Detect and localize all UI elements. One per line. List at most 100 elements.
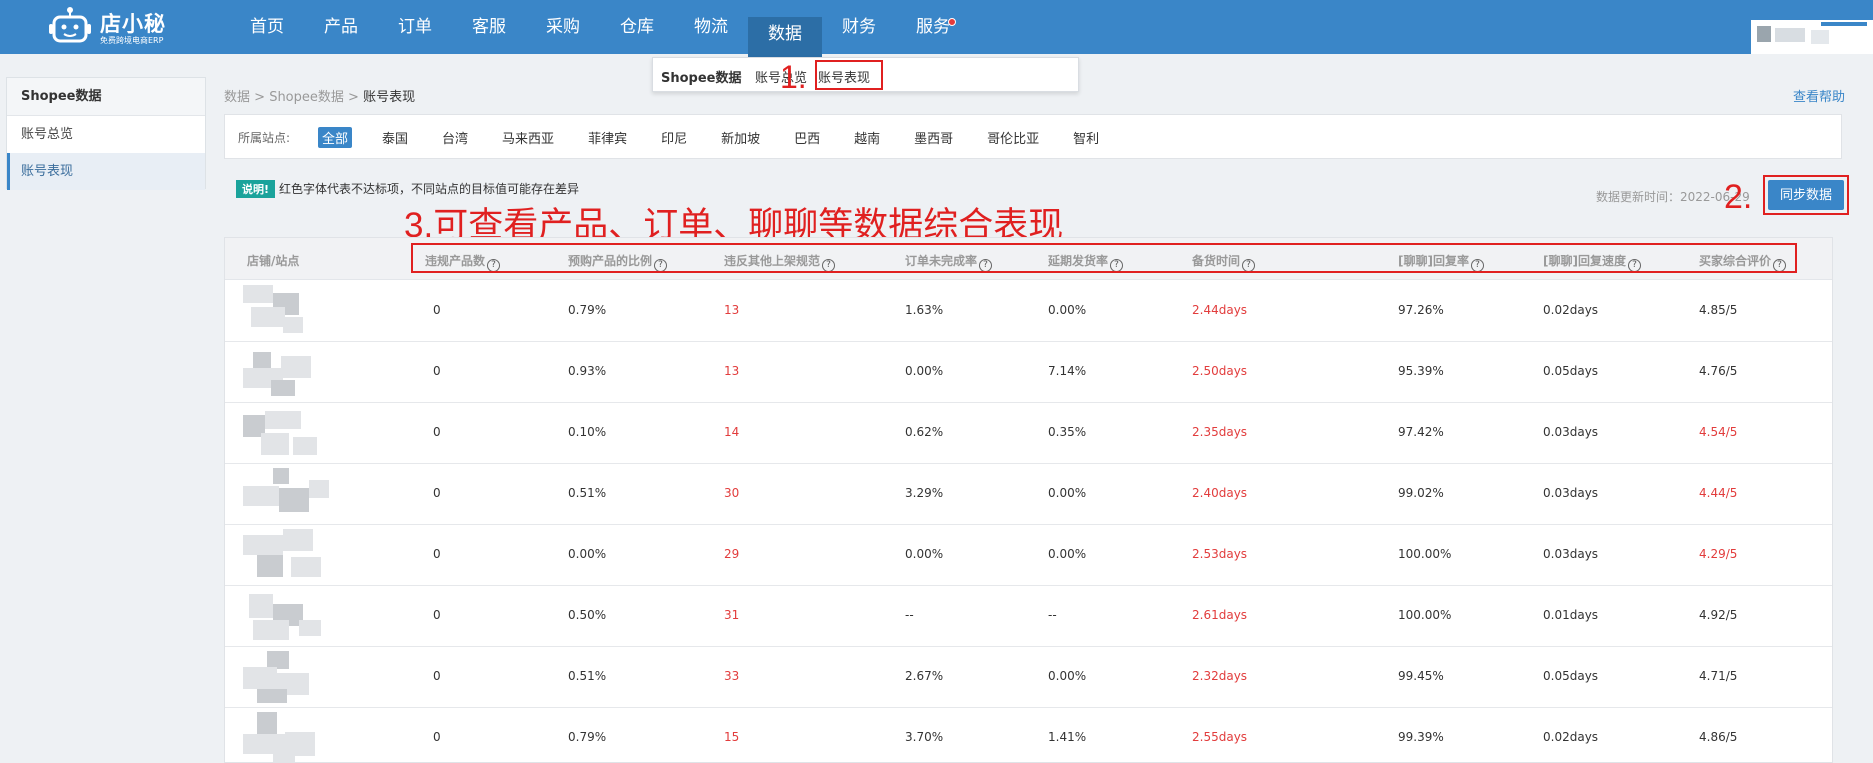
cell-chat-response-rate: 99.02% xyxy=(1398,486,1444,500)
cell-late-shipment-rate: 1.41% xyxy=(1048,730,1087,744)
cell-chat-response-rate: 97.26% xyxy=(1398,303,1444,317)
station-all[interactable]: 全部 xyxy=(318,127,353,148)
nav-finance[interactable]: 财务 xyxy=(822,0,896,54)
cell-chat-response-rate: 97.42% xyxy=(1398,425,1444,439)
shop-name-blurred xyxy=(243,590,333,642)
shop-name-blurred xyxy=(243,346,333,398)
cell-preorder-ratio: 0.50% xyxy=(568,608,607,622)
cell-late-shipment-rate: 0.00% xyxy=(1048,669,1087,683)
breadcrumb-separator: > xyxy=(250,90,270,105)
cell-order-incomplete-rate: 0.00% xyxy=(905,364,944,378)
cell-chat-response-speed: 0.03days xyxy=(1543,547,1599,561)
nav-logistics[interactable]: 物流 xyxy=(674,0,748,54)
cell-chat-response-speed: 0.02days xyxy=(1543,730,1599,744)
nav-purchase[interactable]: 采购 xyxy=(526,0,600,54)
logo-subtitle: 免费跨境电商ERP xyxy=(100,36,164,45)
cell-chat-response-speed: 0.01days xyxy=(1543,608,1599,622)
station-indonesia[interactable]: 印尼 xyxy=(657,127,691,148)
cell-late-shipment-rate: 0.00% xyxy=(1048,486,1087,500)
cell-other-listing-violations: 13 xyxy=(724,303,740,317)
station-thailand[interactable]: 泰国 xyxy=(378,127,412,148)
cell-chat-response-speed: 0.05days xyxy=(1543,364,1599,378)
dropdown-title: Shopee数据 xyxy=(661,71,742,86)
table-header: 店铺/站点 违规产品数? 预购产品的比例? 违反其他上架规范? 订单未完成率? … xyxy=(225,238,1832,280)
nav-services[interactable]: 服务 xyxy=(896,0,970,54)
cell-buyer-rating: 4.86/5 xyxy=(1699,730,1738,744)
table-row: 0 0.51% 33 2.67% 0.00% 2.32days 99.45% 0.05days… xyxy=(225,647,1832,708)
user-bar-accent xyxy=(1821,22,1867,26)
station-filter: 所属站点: 全部 泰国 台湾 马来西亚 菲律宾 印尼 新加坡 巴西 越南 墨西哥… xyxy=(224,114,1842,159)
cell-preparation-time: 2.61days xyxy=(1192,608,1248,622)
cell-preparation-time: 2.44days xyxy=(1192,303,1248,317)
cell-violation-products: 0 xyxy=(433,669,441,683)
table-row: 0 0.79% 15 3.70% 1.41% 2.55days 99.39% 0.02days… xyxy=(225,708,1832,762)
station-colombia[interactable]: 哥伦比亚 xyxy=(983,127,1043,148)
breadcrumb-separator: > xyxy=(343,90,364,105)
cell-preorder-ratio: 0.51% xyxy=(568,669,607,683)
station-vietnam[interactable]: 越南 xyxy=(850,127,884,148)
account-performance-table: 店铺/站点 违规产品数? 预购产品的比例? 违反其他上架规范? 订单未完成率? … xyxy=(224,237,1833,763)
cell-chat-response-speed: 0.03days xyxy=(1543,486,1599,500)
highlight-box xyxy=(815,60,883,90)
station-malaysia[interactable]: 马来西亚 xyxy=(498,127,558,148)
username-blurred xyxy=(1775,28,1805,42)
cell-other-listing-violations: 13 xyxy=(724,364,740,378)
nav-products[interactable]: 产品 xyxy=(304,0,378,54)
station-philippines[interactable]: 菲律宾 xyxy=(584,127,631,148)
shop-name-blurred xyxy=(243,712,333,762)
station-singapore[interactable]: 新加坡 xyxy=(717,127,764,148)
cell-other-listing-violations: 15 xyxy=(724,730,740,744)
avatar xyxy=(1757,26,1771,42)
annotation-step-2: 2. xyxy=(1724,178,1753,216)
sidebar: Shopee数据 账号总览 账号表现 xyxy=(6,77,206,190)
station-filter-label: 所属站点: xyxy=(238,131,291,145)
nav-customer-service[interactable]: 客服 xyxy=(452,0,526,54)
table-row: 0 0.00% 29 0.00% 0.00% 2.53days 100.00% 0.03day… xyxy=(225,525,1832,586)
note-text: 红色字体代表不达标项，不同站点的目标值可能存在差异 xyxy=(279,182,580,196)
cell-preorder-ratio: 0.93% xyxy=(568,364,607,378)
cell-preorder-ratio: 0.10% xyxy=(568,425,607,439)
nav-warehouse[interactable]: 仓库 xyxy=(600,0,674,54)
cell-buyer-rating: 4.92/5 xyxy=(1699,608,1738,622)
sidebar-title: Shopee数据 xyxy=(7,78,205,116)
breadcrumb-data[interactable]: 数据 xyxy=(224,90,250,105)
table-body: 0 0.79% 13 1.63% 0.00% 2.44days 97.26% 0.02days… xyxy=(225,281,1832,762)
note-badge: 说明! xyxy=(236,180,276,198)
cell-preparation-time: 2.50days xyxy=(1192,364,1248,378)
help-link[interactable]: 查看帮助 xyxy=(1793,86,1845,105)
shop-name-blurred xyxy=(243,407,333,459)
sidebar-item-account-performance[interactable]: 账号表现 xyxy=(7,153,205,190)
nav-services-label: 服务 xyxy=(916,17,950,37)
cell-chat-response-speed: 0.03days xyxy=(1543,425,1599,439)
sync-data-button[interactable]: 同步数据 xyxy=(1768,180,1844,210)
station-taiwan[interactable]: 台湾 xyxy=(438,127,472,148)
nav-orders[interactable]: 订单 xyxy=(378,0,452,54)
station-chile[interactable]: 智利 xyxy=(1069,127,1103,148)
station-mexico[interactable]: 墨西哥 xyxy=(910,127,957,148)
cell-violation-products: 0 xyxy=(433,425,441,439)
cell-late-shipment-rate: -- xyxy=(1048,608,1057,622)
station-options: 全部 泰国 台湾 马来西亚 菲律宾 印尼 新加坡 巴西 越南 墨西哥 哥伦比亚 … xyxy=(318,127,1129,148)
user-account[interactable] xyxy=(1751,20,1873,54)
sidebar-item-account-overview[interactable]: 账号总览 xyxy=(7,116,205,153)
col-shop-site: 店铺/站点 xyxy=(247,254,300,268)
breadcrumb-current: 账号表现 xyxy=(363,90,416,105)
cell-other-listing-violations: 14 xyxy=(724,425,740,439)
cell-violation-products: 0 xyxy=(433,303,441,317)
logo[interactable]: 店小秘 免费跨境电商ERP xyxy=(48,4,178,50)
cell-violation-products: 0 xyxy=(433,486,441,500)
station-brazil[interactable]: 巴西 xyxy=(790,127,824,148)
main-nav: 首页 产品 订单 客服 采购 仓库 物流 数据 财务 服务 xyxy=(230,0,970,67)
cell-preparation-time: 2.55days xyxy=(1192,730,1248,744)
cell-buyer-rating: 4.85/5 xyxy=(1699,303,1738,317)
cell-late-shipment-rate: 0.00% xyxy=(1048,303,1087,317)
cell-preorder-ratio: 0.51% xyxy=(568,486,607,500)
annotation-step-1: 1. xyxy=(780,59,807,95)
cell-order-incomplete-rate: 0.62% xyxy=(905,425,944,439)
cell-violation-products: 0 xyxy=(433,547,441,561)
nav-home[interactable]: 首页 xyxy=(230,0,304,54)
breadcrumb-shopee[interactable]: Shopee数据 xyxy=(269,90,344,105)
cell-preparation-time: 2.40days xyxy=(1192,486,1248,500)
cell-chat-response-speed: 0.05days xyxy=(1543,669,1599,683)
legend-note: 说明! 红色字体代表不达标项，不同站点的目标值可能存在差异 xyxy=(236,180,579,198)
